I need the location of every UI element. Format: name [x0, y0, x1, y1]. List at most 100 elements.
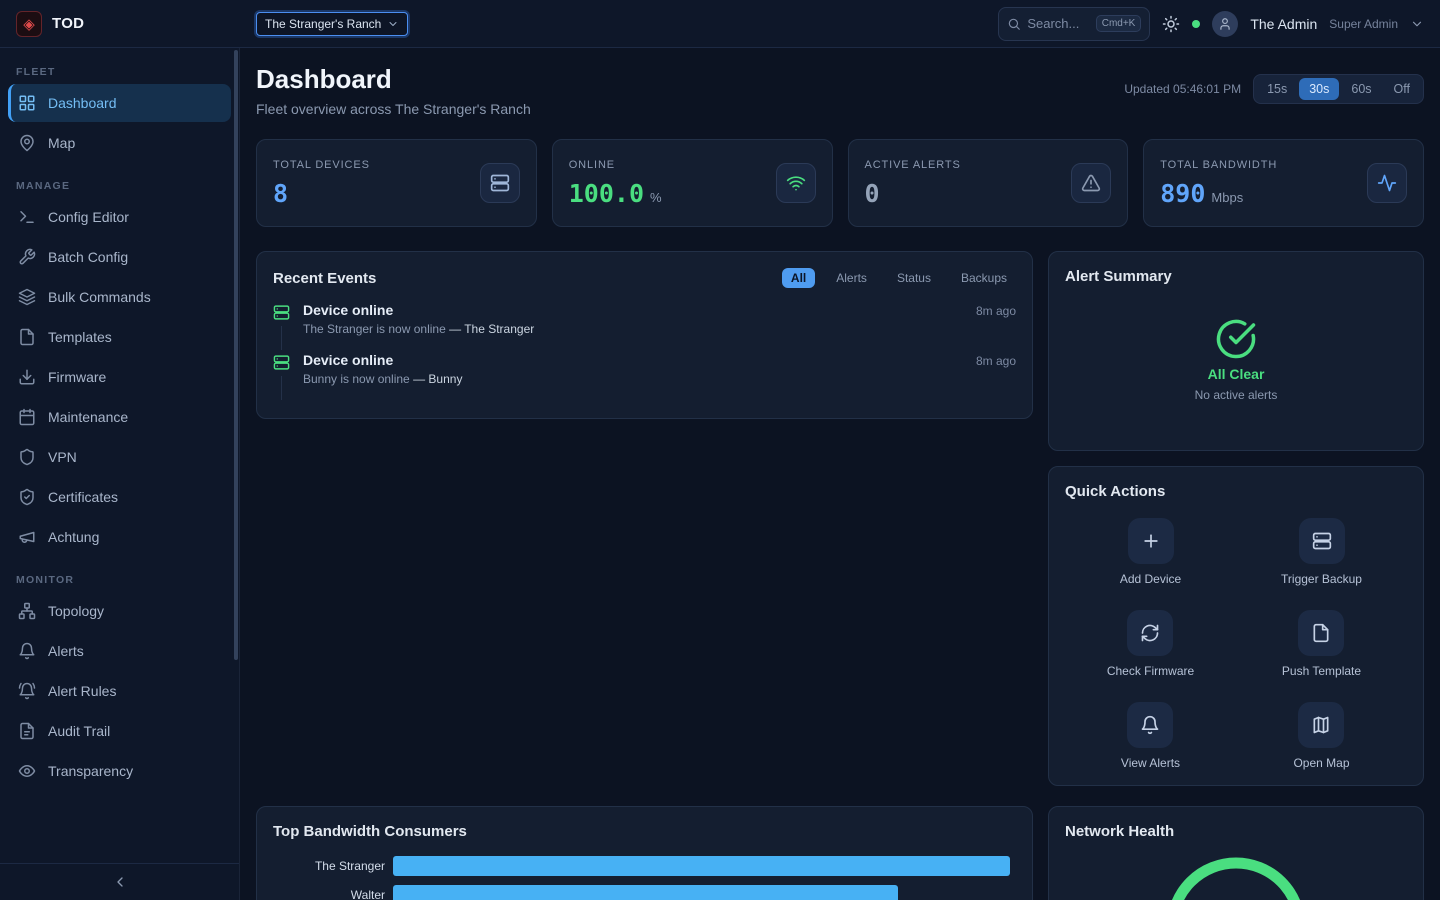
event-device: — The Stranger [449, 322, 534, 336]
avatar[interactable] [1212, 11, 1238, 37]
sidebar-item-label: Config Editor [48, 209, 129, 225]
main-content: Dashboard Fleet overview across The Stra… [240, 48, 1440, 900]
event-item: Device online8m agoThe Stranger is now o… [273, 302, 1016, 352]
theme-toggle-sun-icon[interactable] [1162, 15, 1180, 33]
stat-value: 100.0 [569, 179, 644, 208]
sidebar-item-dashboard[interactable]: Dashboard [8, 84, 231, 122]
sidebar-collapse-button[interactable] [0, 863, 239, 900]
terminal-icon [18, 208, 36, 226]
sidebar-item-alert-rules[interactable]: Alert Rules [8, 672, 231, 710]
event-filter-all[interactable]: All [782, 268, 815, 288]
alert-triangle-icon [1071, 163, 1111, 203]
page-subtitle: Fleet overview across The Stranger's Ran… [256, 101, 531, 117]
stat-label: TOTAL DEVICES [273, 159, 370, 171]
bandwidth-bar [393, 885, 898, 900]
quick-action-push-template[interactable]: Push Template [1282, 610, 1361, 678]
sidebar-item-label: VPN [48, 449, 77, 465]
sidebar-item-achtung[interactable]: Achtung [8, 518, 231, 556]
quick-actions-title: Quick Actions [1065, 483, 1407, 500]
recent-events-head: Recent Events AllAlertsStatusBackups [273, 268, 1016, 288]
user-icon [1218, 17, 1232, 31]
server-icon [480, 163, 520, 203]
server-icon [1299, 518, 1345, 564]
fleet-selector[interactable]: The Stranger's Ranch [256, 12, 408, 36]
sidebar-item-transparency[interactable]: Transparency [8, 752, 231, 790]
app-root: ◈ TOD The Stranger's Ranch Search... Cmd… [0, 0, 1440, 900]
sidebar: FLEETDashboardMapMANAGEConfig EditorBatc… [0, 48, 240, 900]
bandwidth-device-label: Walter [273, 888, 385, 900]
sidebar-item-label: Maintenance [48, 409, 128, 425]
nav-section-label: MONITOR [16, 574, 223, 586]
server-icon [273, 304, 290, 321]
eye-icon [18, 762, 36, 780]
app-logo-icon: ◈ [16, 11, 42, 37]
quick-action-label: Push Template [1282, 664, 1361, 678]
sidebar-item-label: Batch Config [48, 249, 128, 265]
refresh-icon [1127, 610, 1173, 656]
content-grid: Recent Events AllAlertsStatusBackups Dev… [256, 251, 1424, 900]
sidebar-nav: FLEETDashboardMapMANAGEConfig EditorBatc… [0, 66, 239, 790]
bell-icon [1127, 702, 1173, 748]
sidebar-item-maintenance[interactable]: Maintenance [8, 398, 231, 436]
sidebar-item-batch-config[interactable]: Batch Config [8, 238, 231, 276]
bell-ring-icon [18, 682, 36, 700]
sidebar-item-alerts[interactable]: Alerts [8, 632, 231, 670]
quick-action-add-device[interactable]: Add Device [1120, 518, 1181, 586]
quick-actions-card: Quick Actions Add Device Trigger Backup Ch… [1048, 466, 1424, 786]
sidebar-item-audit-trail[interactable]: Audit Trail [8, 712, 231, 750]
page-head: Dashboard Fleet overview across The Stra… [256, 64, 1424, 117]
layers-icon [18, 288, 36, 306]
event-filter-backups[interactable]: Backups [952, 268, 1016, 288]
stat-label: TOTAL BANDWIDTH [1160, 159, 1277, 171]
bandwidth-bars: The Stranger Walter [273, 856, 1016, 900]
event-title: Device online [303, 352, 393, 368]
event-filter-alerts[interactable]: Alerts [827, 268, 876, 288]
wrench-icon [18, 248, 36, 266]
quick-action-open-map[interactable]: Open Map [1293, 702, 1349, 770]
refresh-option-off[interactable]: Off [1384, 78, 1420, 100]
event-filter-status[interactable]: Status [888, 268, 940, 288]
sidebar-item-certificates[interactable]: Certificates [8, 478, 231, 516]
sidebar-item-config-editor[interactable]: Config Editor [8, 198, 231, 236]
network-health-gauge: 100 [1161, 852, 1311, 900]
quick-action-trigger-backup[interactable]: Trigger Backup [1281, 518, 1362, 586]
event-filters: All Alerts Status Backups [782, 268, 1016, 288]
quick-action-check-firmware[interactable]: Check Firmware [1107, 610, 1194, 678]
alert-status-text: All Clear [1208, 366, 1265, 382]
app-name: TOD [52, 15, 84, 32]
sidebar-item-topology[interactable]: Topology [8, 592, 231, 630]
events-list: Device online 8m ago The Stranger is now o… [273, 302, 1016, 402]
bandwidth-bar-row: The Stranger [273, 856, 1016, 876]
refresh-option-15s[interactable]: 15s [1257, 78, 1297, 100]
sidebar-item-bulk-commands[interactable]: Bulk Commands [8, 278, 231, 316]
sidebar-item-firmware[interactable]: Firmware [8, 358, 231, 396]
sidebar-item-vpn[interactable]: VPN [8, 438, 231, 476]
bandwidth-bar-track [393, 885, 1016, 900]
quick-actions-grid: Add Device Trigger Backup Check Firmware Pu… [1065, 518, 1407, 770]
user-name: The Admin [1250, 16, 1317, 32]
bandwidth-bar [393, 856, 1010, 876]
stats-row: TOTAL DEVICES8ONLINE100.0%ACTIVE ALERTS0… [256, 139, 1424, 227]
event-item: Device online8m agoBunny is now online —… [273, 352, 1016, 402]
refresh-option-60s[interactable]: 60s [1341, 78, 1381, 100]
quick-action-view-alerts[interactable]: View Alerts [1121, 702, 1180, 770]
activity-icon [1367, 163, 1407, 203]
event-description: The Stranger is now online — The Strange… [303, 322, 1016, 336]
refresh-option-30s[interactable]: 30s [1299, 78, 1339, 100]
alert-detail-text: No active alerts [1195, 388, 1278, 402]
stat-label: ONLINE [569, 159, 662, 171]
event-time: 8m ago [976, 354, 1016, 368]
file-text-icon [18, 722, 36, 740]
recent-events-card: Recent Events AllAlertsStatusBackups Dev… [256, 251, 1033, 419]
sidebar-scrollbar[interactable] [234, 50, 238, 660]
check-circle-icon [1215, 318, 1257, 360]
map-pin-icon [18, 134, 36, 152]
sidebar-item-map[interactable]: Map [8, 124, 231, 162]
chevron-down-icon[interactable] [1410, 17, 1424, 31]
file-icon [18, 328, 36, 346]
brand: ◈ TOD [0, 11, 240, 37]
quick-action-label: Add Device [1120, 572, 1181, 586]
search-input[interactable]: Search... Cmd+K [998, 7, 1150, 41]
sidebar-item-templates[interactable]: Templates [8, 318, 231, 356]
quick-action-label: Trigger Backup [1281, 572, 1362, 586]
